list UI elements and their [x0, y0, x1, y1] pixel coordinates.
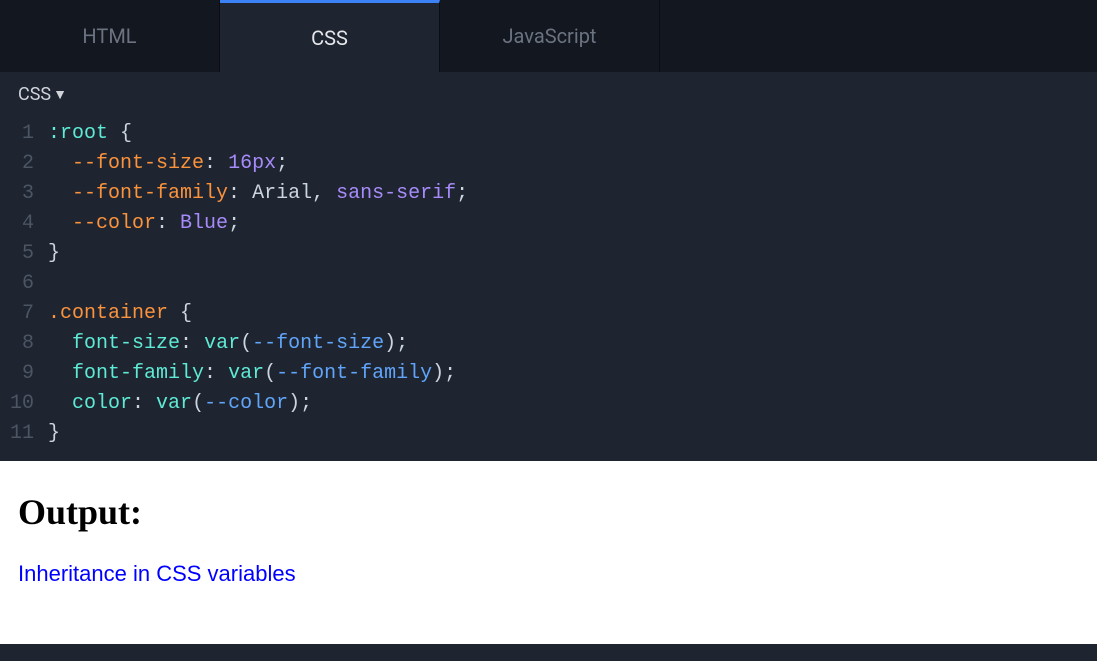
code-content[interactable]: font-family: var(--font-family); [48, 359, 456, 389]
code-line[interactable]: 11} [0, 419, 1097, 449]
code-line[interactable]: 7.container { [0, 299, 1097, 329]
line-number: 5 [0, 239, 48, 269]
line-number: 3 [0, 179, 48, 209]
panel-language-dropdown[interactable]: CSS ▼ [0, 72, 1097, 113]
code-line[interactable]: 3 --font-family: Arial, sans-serif; [0, 179, 1097, 209]
line-number: 6 [0, 269, 48, 299]
code-content[interactable]: } [48, 239, 60, 269]
code-line[interactable]: 1:root { [0, 119, 1097, 149]
code-line[interactable]: 6 [0, 269, 1097, 299]
line-number: 8 [0, 329, 48, 359]
line-number: 7 [0, 299, 48, 329]
code-line[interactable]: 2 --font-size: 16px; [0, 149, 1097, 179]
line-number: 11 [0, 419, 48, 449]
output-body-text: Inheritance in CSS variables [18, 561, 1079, 587]
code-content[interactable]: color: var(--color); [48, 389, 312, 419]
code-content[interactable]: } [48, 419, 60, 449]
tab-bar: HTML CSS JavaScript [0, 0, 1097, 72]
chevron-down-icon: ▼ [53, 86, 67, 103]
code-line[interactable]: 10 color: var(--color); [0, 389, 1097, 419]
line-number: 10 [0, 389, 48, 419]
code-content[interactable]: font-size: var(--font-size); [48, 329, 408, 359]
code-line[interactable]: 8 font-size: var(--font-size); [0, 329, 1097, 359]
code-line[interactable]: 5} [0, 239, 1097, 269]
code-line[interactable]: 9 font-family: var(--font-family); [0, 359, 1097, 389]
output-heading: Output: [18, 491, 1079, 533]
tab-javascript[interactable]: JavaScript [440, 0, 660, 72]
line-number: 9 [0, 359, 48, 389]
output-panel: Output: Inheritance in CSS variables [0, 461, 1097, 644]
code-content[interactable]: --font-size: 16px; [48, 149, 288, 179]
line-number: 4 [0, 209, 48, 239]
line-number: 1 [0, 119, 48, 149]
code-content[interactable]: :root { [48, 119, 132, 149]
code-line[interactable]: 4 --color: Blue; [0, 209, 1097, 239]
panel-language-label: CSS [18, 84, 51, 105]
tab-css[interactable]: CSS [220, 0, 440, 72]
code-editor[interactable]: 1:root {2 --font-size: 16px;3 --font-fam… [0, 113, 1097, 461]
code-content[interactable]: --font-family: Arial, sans-serif; [48, 179, 468, 209]
code-content[interactable]: --color: Blue; [48, 209, 240, 239]
tab-html[interactable]: HTML [0, 0, 220, 72]
line-number: 2 [0, 149, 48, 179]
code-content[interactable]: .container { [48, 299, 192, 329]
